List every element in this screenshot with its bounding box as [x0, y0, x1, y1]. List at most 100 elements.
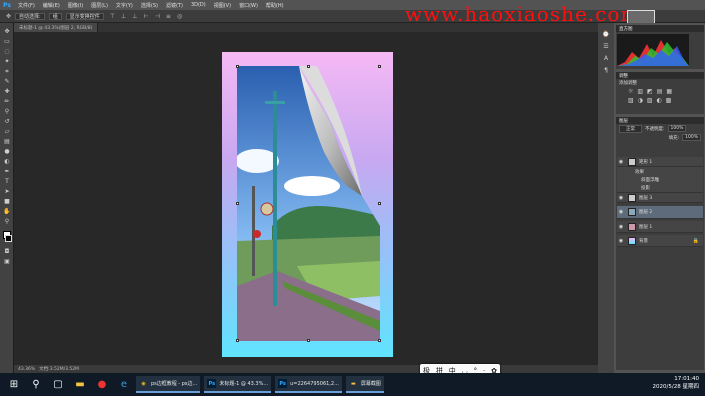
- eyedropper-icon[interactable]: ✎: [3, 79, 11, 85]
- ie-browser-icon[interactable]: e: [116, 377, 132, 393]
- eye-icon[interactable]: ◉: [617, 159, 625, 165]
- document-tab[interactable]: 未标题-1 @ 43.3%(图层 2, RGB/8): [14, 23, 99, 32]
- path-selection-icon[interactable]: ➤: [3, 189, 11, 195]
- marquee-icon[interactable]: ▭: [3, 39, 11, 45]
- layer-thumbnail: [628, 222, 636, 231]
- menu-layer[interactable]: 图层(L): [87, 2, 112, 9]
- eraser-icon[interactable]: ▱: [3, 129, 11, 135]
- transform-handle-top-left[interactable]: [236, 65, 239, 68]
- transform-handle-top-right[interactable]: [378, 65, 381, 68]
- watermark-logo: [627, 10, 655, 24]
- search-icon[interactable]: ⚲: [28, 377, 44, 393]
- menu-help[interactable]: 帮助(H): [262, 2, 288, 9]
- layer-thumbnail: [628, 236, 636, 245]
- layer-name: 图层 3: [639, 195, 653, 201]
- magic-wand-icon[interactable]: ✦: [3, 59, 11, 65]
- system-clock[interactable]: 17:01:40 2020/5/28 星期四: [653, 375, 699, 391]
- windows-start-icon[interactable]: ⊞: [6, 377, 22, 393]
- taskbar-app-photoshop-1[interactable]: Ps 未标题-1 @ 43.3%...: [204, 376, 272, 393]
- file-explorer-icon[interactable]: ▬: [72, 377, 88, 393]
- quick-mask-icon[interactable]: ◘: [3, 249, 11, 255]
- layer-row-layer2[interactable]: ◉ 图层 2: [617, 206, 703, 219]
- shape-icon[interactable]: ■: [3, 199, 11, 205]
- show-transform-controls-checkbox[interactable]: 显示变换控件: [65, 12, 104, 20]
- move-tool-icon[interactable]: ✥: [6, 13, 11, 20]
- eye-icon[interactable]: ◉: [617, 238, 625, 244]
- adjustments-panel-title[interactable]: 调整: [616, 72, 704, 79]
- history-panel-icon[interactable]: ⌚: [602, 31, 610, 38]
- pen-icon[interactable]: ✒: [3, 169, 11, 175]
- menu-type[interactable]: 文字(Y): [112, 2, 137, 9]
- menu-edit[interactable]: 编辑(E): [39, 2, 64, 9]
- dodge-icon[interactable]: ◐: [3, 159, 11, 165]
- history-brush-icon[interactable]: ↺: [3, 119, 11, 125]
- adjustment-icons-row-1[interactable]: ☼▥◩▤▦: [616, 87, 704, 96]
- crop-icon[interactable]: ⌗: [3, 69, 11, 75]
- type-icon[interactable]: T: [3, 179, 11, 185]
- transform-handle-top[interactable]: [307, 65, 310, 68]
- hand-icon[interactable]: ✋: [3, 209, 11, 215]
- netease-music-icon[interactable]: ●: [94, 377, 110, 393]
- healing-icon[interactable]: ✚: [3, 89, 11, 95]
- transform-handle-bottom-right[interactable]: [378, 339, 381, 342]
- layer-row-rect1[interactable]: ◉ 矩形 1: [617, 157, 703, 167]
- taskbar-app-label: u=2264795061,2...: [290, 380, 339, 387]
- zoom-level[interactable]: 43.36%: [18, 367, 35, 372]
- layer-effect-shadow-row[interactable]: 投影: [617, 183, 703, 193]
- screen-mode-icon[interactable]: ▣: [3, 259, 11, 265]
- paragraph-panel-icon[interactable]: ¶: [602, 67, 610, 74]
- menu-file[interactable]: 文件(F): [14, 2, 39, 9]
- menu-3d[interactable]: 3D(D): [187, 2, 210, 8]
- distribute-icon[interactable]: ≡: [166, 13, 171, 20]
- menu-filter[interactable]: 滤镜(T): [162, 2, 187, 9]
- layer-row-background[interactable]: ◉ 背景 🔒: [617, 235, 703, 247]
- background-color-swatch[interactable]: [5, 235, 12, 242]
- histogram-panel-title[interactable]: 直方图: [616, 25, 704, 32]
- gradient-icon[interactable]: ▤: [3, 139, 11, 145]
- align-top-icon[interactable]: ⊤: [110, 13, 115, 20]
- taskbar-app-photoshop-2[interactable]: Ps u=2264795061,2...: [275, 376, 342, 393]
- blur-icon[interactable]: ●: [3, 149, 11, 155]
- menu-select[interactable]: 选择(S): [137, 2, 162, 9]
- layers-panel-title[interactable]: 图层: [616, 117, 704, 124]
- move-icon[interactable]: ✥: [3, 29, 11, 35]
- lasso-icon[interactable]: ◌: [3, 49, 11, 55]
- photoshop-icon: Ps: [278, 379, 288, 388]
- transform-handle-right[interactable]: [378, 202, 381, 205]
- eye-icon[interactable]: ◉: [617, 195, 625, 201]
- transform-handle-bottom[interactable]: [307, 339, 310, 342]
- menu-window[interactable]: 窗口(W): [235, 2, 262, 9]
- taskbar-app-chrome[interactable]: ◉ ps边框教程 - ps边...: [136, 376, 201, 393]
- fill-field[interactable]: 100%: [682, 134, 701, 141]
- menu-image[interactable]: 图像(I): [64, 2, 87, 9]
- properties-panel-icon[interactable]: ☰: [602, 43, 610, 50]
- layer-row-layer1[interactable]: ◉ 图层 1: [617, 221, 703, 233]
- task-view-icon[interactable]: ▢: [50, 377, 66, 393]
- opacity-field[interactable]: 100%: [667, 125, 687, 132]
- blend-mode-dropdown[interactable]: 正常: [619, 124, 642, 133]
- eye-icon[interactable]: ◉: [617, 209, 625, 215]
- align-bottom-icon[interactable]: ⊥: [132, 13, 137, 20]
- taskbar-app-folder[interactable]: ▬ 屏幕截图: [345, 376, 384, 393]
- auto-select-target-dropdown[interactable]: 组: [48, 12, 62, 20]
- layer-name: 图层 2: [639, 210, 653, 215]
- brush-icon[interactable]: ✏: [3, 99, 11, 105]
- zoom-icon[interactable]: ⚲: [3, 219, 11, 225]
- eye-icon[interactable]: ◉: [617, 224, 625, 230]
- character-panel-icon[interactable]: A: [602, 55, 610, 62]
- layer-name: 图层 1: [639, 224, 653, 230]
- auto-select-checkbox[interactable]: 自动选择:: [15, 12, 45, 20]
- 3d-mode-icon[interactable]: ◎: [177, 13, 182, 20]
- adjustments-panel: 调整 添加调整 ☼▥◩▤▦ ▧◑▨◐▩: [616, 72, 704, 114]
- transform-handle-bottom-left[interactable]: [236, 339, 239, 342]
- menu-view[interactable]: 视图(V): [210, 2, 235, 9]
- align-left-icon[interactable]: ⊢: [143, 13, 148, 20]
- anime-scene-photo[interactable]: [237, 66, 380, 341]
- align-center-icon[interactable]: ⊣: [155, 13, 160, 20]
- transform-handle-left[interactable]: [236, 202, 239, 205]
- stamp-icon[interactable]: ⚲: [3, 109, 11, 115]
- layer-effect-name: 效果: [635, 169, 644, 175]
- layer-row-layer3[interactable]: ◉ 图层 3: [617, 193, 703, 203]
- align-middle-icon[interactable]: ⊥: [121, 13, 126, 20]
- adjustment-icons-row-2[interactable]: ▧◑▨◐▩: [616, 96, 704, 105]
